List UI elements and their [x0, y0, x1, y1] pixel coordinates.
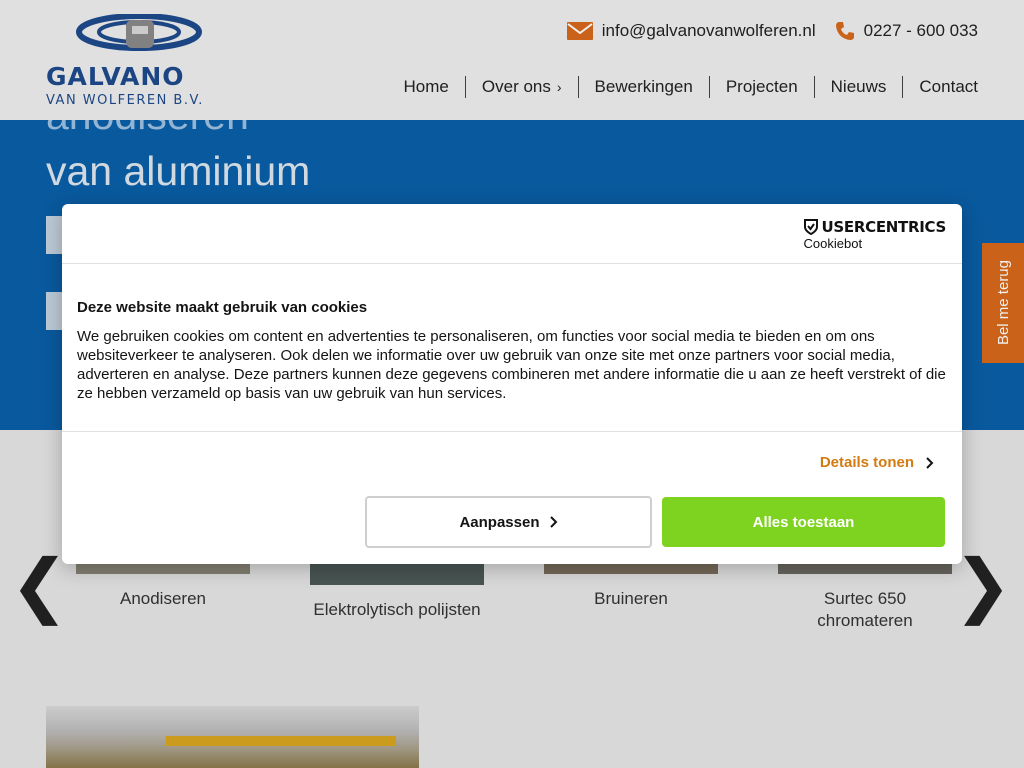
details-toggle[interactable]: Details tonen [820, 454, 934, 471]
cookie-body-text: We gebruiken cookies om content en adver… [77, 328, 946, 402]
cookiebot-label: Cookiebot [803, 236, 863, 251]
cookie-heading: Deze website maakt gebruik van cookies [77, 299, 368, 316]
usercentrics-brand-text: USERCENTRICS [821, 218, 947, 236]
chevron-right-icon [926, 456, 934, 469]
cookie-consent-dialog: USERCENTRICS Cookiebot Deze website maak… [62, 204, 962, 564]
customize-label: Aanpassen [459, 513, 540, 531]
details-label: Details tonen [819, 454, 914, 471]
divider [62, 263, 962, 264]
customize-button[interactable]: Aanpassen [365, 496, 652, 548]
usercentrics-brand: USERCENTRICS [803, 218, 947, 236]
shield-icon [803, 219, 818, 235]
usercentrics-logo: USERCENTRICS Cookiebot [803, 218, 947, 251]
chevron-right-icon [549, 516, 557, 528]
divider [62, 431, 962, 432]
allow-all-button[interactable]: Alles toestaan [662, 497, 945, 547]
